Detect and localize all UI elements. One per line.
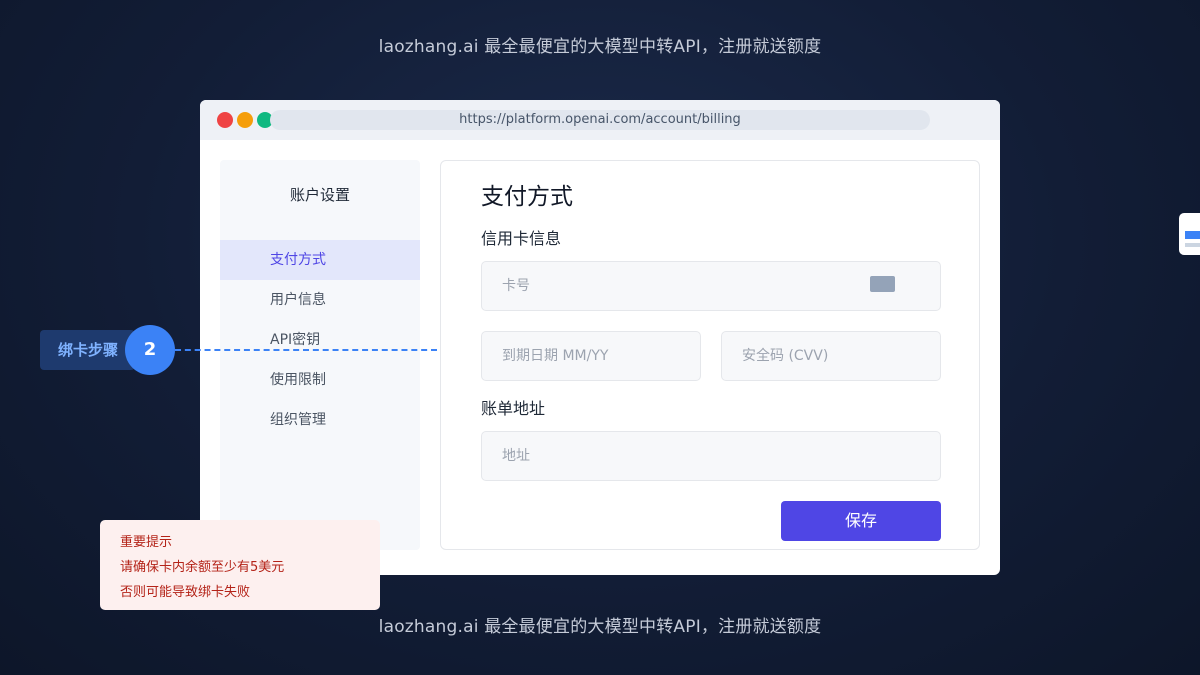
step-label: 绑卡步骤 [40, 330, 135, 370]
sidebar-title: 账户设置 [289, 186, 350, 204]
card-number-placeholder: 卡号 [502, 278, 530, 294]
window-minimize-dot[interactable] [237, 112, 253, 128]
top-banner: laozhang.ai 最全最便宜的大模型中转API，注册就送额度 [378, 37, 822, 57]
bottom-banner: laozhang.ai 最全最便宜的大模型中转API，注册就送额度 [378, 617, 822, 637]
browser-window: https://platform.openai.com/account/bill… [200, 100, 1000, 575]
settings-sidebar: 账户设置 支付方式 用户信息 API密钥 使用限制 组织管理 [220, 160, 420, 550]
window-close-dot[interactable] [217, 112, 233, 128]
billing-section-label: 账单地址 [481, 399, 546, 418]
cvv-field[interactable]: 安全码 (CVV) [721, 331, 941, 381]
sidebar-item-organization[interactable]: 组织管理 [220, 400, 420, 440]
sidebar-item-api-keys[interactable]: API密钥 [220, 320, 420, 360]
card-number-field[interactable]: 卡号 [481, 261, 941, 311]
notice-line-2: 否则可能导致绑卡失败 [120, 585, 251, 600]
payment-panel: 支付方式 信用卡信息 卡号 到期日期 MM/YY 安全码 (CVV) 账单地址 … [440, 160, 980, 550]
address-bar[interactable]: https://platform.openai.com/account/bill… [270, 110, 930, 130]
address-field[interactable]: 地址 [481, 431, 941, 481]
step-connector-line [175, 349, 437, 351]
sidebar-item-payment[interactable]: 支付方式 [220, 240, 420, 280]
side-widget[interactable] [1179, 213, 1200, 255]
notice-title: 重要提示 [120, 535, 173, 550]
browser-titlebar: https://platform.openai.com/account/bill… [200, 100, 1000, 140]
credit-card-icon [870, 276, 895, 292]
expiry-date-field[interactable]: 到期日期 MM/YY [481, 331, 701, 381]
page-title: 支付方式 [481, 184, 573, 210]
step-number-badge: 2 [125, 325, 175, 375]
sidebar-item-user-info[interactable]: 用户信息 [220, 280, 420, 320]
sidebar-item-usage-limits[interactable]: 使用限制 [220, 360, 420, 400]
notice-line-1: 请确保卡内余额至少有5美元 [120, 560, 285, 575]
important-notice: 重要提示 请确保卡内余额至少有5美元 否则可能导致绑卡失败 [100, 520, 380, 610]
card-section-label: 信用卡信息 [481, 229, 562, 248]
save-button[interactable]: 保存 [781, 501, 941, 541]
widget-line-icon [1185, 243, 1200, 247]
widget-bar-icon [1185, 231, 1200, 239]
